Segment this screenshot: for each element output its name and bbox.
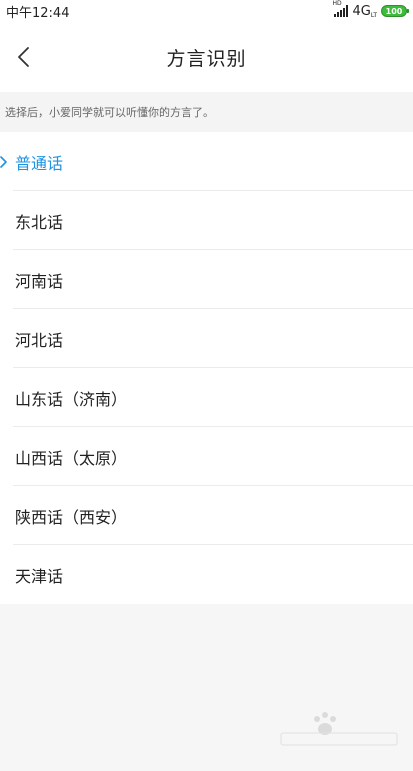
screen: 中午12:44 HD 4GLT 100 方言识别 选择后，小爱同学就可以听懂你的… (0, 0, 413, 771)
back-button[interactable] (8, 42, 38, 72)
dialect-item[interactable]: 山西话（太原） (0, 427, 413, 486)
page-title: 方言识别 (166, 47, 247, 70)
network-sub-label: LT (370, 11, 377, 19)
dialect-item[interactable]: 陕西话（西安） (0, 486, 413, 545)
network-type: 4GLT (352, 4, 377, 19)
dialect-item[interactable]: 山东话（济南） (0, 368, 413, 427)
dialect-label: 天津话 (15, 566, 64, 586)
status-bar: 中午12:44 HD 4GLT 100 (0, 0, 413, 22)
dialect-list: 普通话东北话河南话河北话山东话（济南） 山西话（太原） 陕西话（西安） 天津话 (0, 132, 413, 604)
description-text: 选择后，小爱同学就可以听懂你的方言了。 (5, 106, 214, 119)
dialect-label: 陕西话（西安） (15, 507, 128, 527)
dialect-label: 普通话 (15, 153, 64, 173)
dialect-item[interactable]: 天津话 (0, 545, 413, 604)
battery-icon: 100 (381, 5, 409, 17)
signal-icon: HD (332, 0, 349, 17)
status-indicators: HD 4GLT 100 (332, 0, 409, 19)
dialect-item[interactable]: 东北话 (0, 191, 413, 250)
watermark-logo-icon (280, 712, 398, 746)
dialect-label: 河北话 (15, 330, 64, 350)
dialect-label: 河南话 (15, 271, 64, 291)
dialect-label: 东北话 (15, 212, 64, 232)
dialect-item[interactable]: 河北话 (0, 309, 413, 368)
dialect-item[interactable]: 普通话 (0, 132, 413, 191)
description-band: 选择后，小爱同学就可以听懂你的方言了。 (0, 92, 413, 132)
hd-label: HD (332, 0, 342, 7)
header: 方言识别 (0, 22, 413, 92)
battery-level: 100 (385, 6, 403, 16)
dialect-item[interactable]: 河南话 (0, 250, 413, 309)
chevron-left-icon (18, 47, 29, 67)
selected-indicator-icon (0, 155, 8, 168)
network-label: 4G (352, 3, 371, 19)
dialect-label: 山东话（济南） (15, 389, 128, 409)
status-time: 中午12:44 (6, 5, 70, 21)
dialect-label: 山西话（太原） (15, 448, 128, 468)
